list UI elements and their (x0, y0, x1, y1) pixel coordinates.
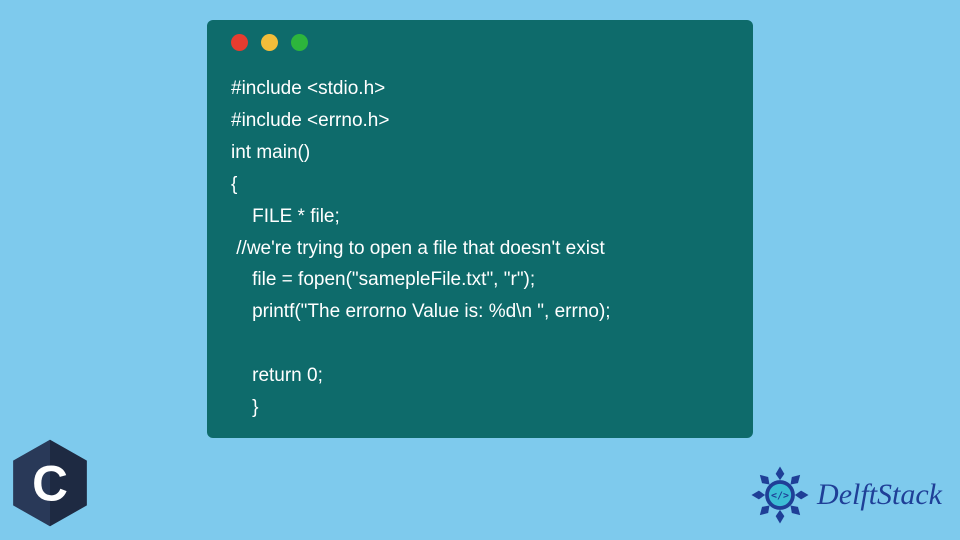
code-block: #include <stdio.h> #include <errno.h> in… (231, 73, 735, 424)
delftstack-logo-icon: </> (749, 464, 811, 526)
window-traffic-lights (231, 34, 735, 51)
c-language-logo: C (10, 438, 90, 528)
brand-name: DelftStack (817, 478, 942, 512)
close-icon (231, 34, 248, 51)
maximize-icon (291, 34, 308, 51)
code-window: #include <stdio.h> #include <errno.h> in… (207, 20, 753, 438)
svg-text:</>: </> (771, 491, 789, 502)
svg-text:C: C (32, 456, 68, 512)
minimize-icon (261, 34, 278, 51)
delftstack-brand: </> DelftStack (749, 464, 942, 526)
